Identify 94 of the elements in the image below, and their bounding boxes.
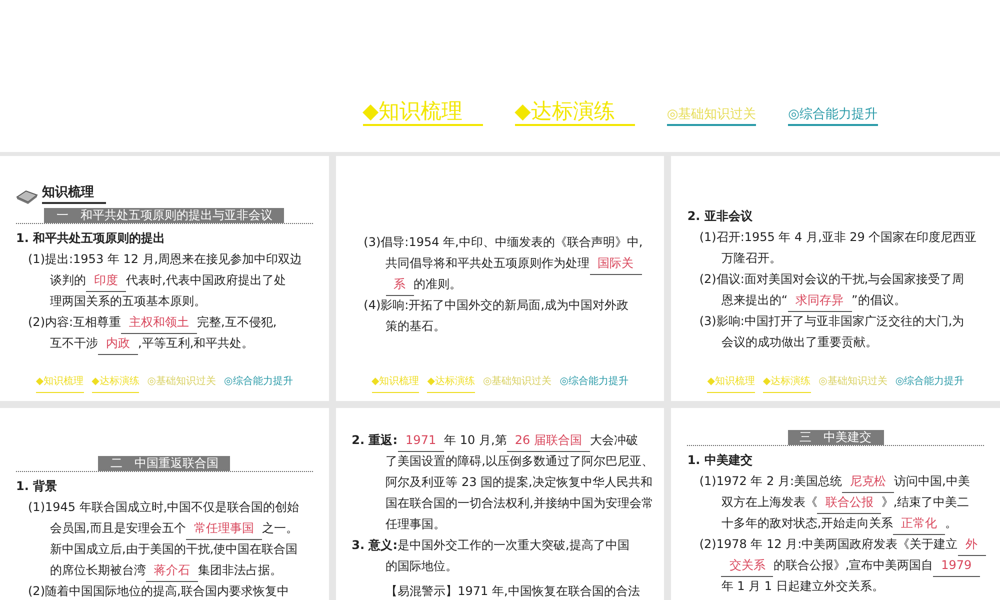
text: ,平等互利,和平共处。 — [138, 336, 254, 350]
answer-blank: 正常化 — [893, 513, 946, 535]
text: (3)影响:中国打开了与亚非国家广泛交往的大门,为 — [699, 314, 964, 328]
text: 会员国,而且是安理会五个 — [50, 521, 186, 535]
text: 年 1 月 1 日起建立外交关系。 — [721, 579, 884, 593]
slide[interactable]: 2. 重返: 1971 年 10 月,第 26 届联合国 大会冲破 了美国设置的障碍,以压倒多数通过了阿尔巴尼亚、 阿尔及利亚等 23 国的提案,决定恢复中华人民共和 国在联合国的一切合法权利,并接纳中国为安理会常 任理事国。 3. 意义:是中国外交工作的一次重大突破,提高了中国 的国际地位。 【易混警示】1971 年,中国恢复在联合国的合法 — [336, 408, 664, 600]
footer-nav-link[interactable]: ◎综合能力提升 — [224, 371, 293, 393]
book-icon — [16, 188, 38, 204]
text: 阿尔及利亚等 23 国的提案,决定恢复中华人民共和 — [386, 475, 652, 489]
text: 万隆召开。 — [721, 251, 782, 265]
section-banner: 二 中国重返联合国 — [98, 456, 230, 471]
answer-blank: 主权和领土 — [121, 312, 198, 334]
text: 会议的成功做出了重要贡献。 — [721, 335, 878, 349]
footer-nav-link[interactable]: ◎综合能力提升 — [560, 371, 628, 393]
answer-blank: 内政 — [98, 333, 138, 355]
text: (3)倡导:1954 年,中印、中缅发表的《联合声明》中, — [364, 235, 643, 249]
text: 共同倡导将和平共处五项原则作为处理 — [386, 256, 590, 270]
answer-blank: 系 — [386, 274, 414, 296]
nav-link[interactable]: ◎综合能力提升 — [788, 106, 878, 126]
text: 大会冲破 — [590, 433, 638, 447]
text: 的准则。 — [414, 277, 462, 291]
text: 。 — [945, 516, 958, 530]
answer-blank: 交关系 — [721, 555, 774, 577]
footer-nav-link[interactable]: ◆知识梳理 — [707, 371, 755, 393]
slide[interactable]: 知识梳理 一 和平共处五项原则的提出与亚非会议 1. 和平共处五项原则的提出 (1)提出:1953 年 12 月,周恩来在接见参加中印双边 谈判的 印度 代表时,代表中国政府提出了处 理两国关系的五项基本原则。 (2)内容:互相尊重 主权和领土 完整,互不侵犯, 互不干涉 内政 ,平等互利,和平共处。 ◆知识梳理 ◆达标演练 ◎基础知识过关 ◎综合能力提升 — [0, 156, 329, 401]
text: 双方在上海发表《 — [721, 495, 818, 509]
text: 的国际地位。 — [386, 559, 458, 573]
footer-nav-link[interactable]: ◆达标演练 — [92, 371, 140, 393]
text: 年 10 月,第 — [444, 433, 507, 447]
nav-link[interactable]: ◆知识梳理 — [362, 98, 483, 126]
text: (2)随着中国国际地位的提高,联合国内要求恢复中 — [28, 584, 289, 598]
text: (2)1978 年 12 月:中美两国政府发表《关于建立 — [699, 537, 958, 551]
slide[interactable]: 2. 亚非会议 (1)召开:1955 年 4 月,亚非 29 个国家在印度尼西亚 万隆召开。 (2)倡议:面对美国对会议的干扰,与会国家接受了周 恩来提出的“ 求同存异 ”的倡议。 (3)影响:中国打开了与亚非国家广泛交往的大门,为 会议的成功做出了重要贡献。 ◆知识梳理 ◆达标演练 ◎基础知识过关 ◎综合能力提升 — [671, 156, 1000, 401]
text: 恩来提出的“ — [721, 293, 788, 307]
text: 了美国设置的障碍,以压倒多数通过了阿尔巴尼亚、 — [386, 454, 654, 468]
answer-blank: 国际关 — [590, 253, 642, 275]
text: 3. 意义: — [352, 538, 398, 552]
footer-nav-link[interactable]: ◎基础知识过关 — [482, 371, 552, 393]
footer-nav-link[interactable]: ◎基础知识过关 — [147, 371, 216, 393]
slide[interactable]: (3)倡导:1954 年,中印、中缅发表的《联合声明》中, 共同倡导将和平共处五项原则作为处理 国际关 系 的准则。 (4)影响:开拓了中国外交的新局面,成为中国对外政 策的基石。 ◆知识梳理 ◆达标演练 ◎基础知识过关 ◎综合能力提升 — [336, 156, 664, 401]
text: 的联合公报》,宣布中美两国自 — [773, 558, 934, 572]
section-banner: 一 和平共处五项原则的提出与亚非会议 — [44, 208, 284, 223]
answer-blank: 外 — [958, 534, 986, 556]
footer-nav-link[interactable]: ◆达标演练 — [427, 371, 475, 393]
text: 》,结束了中美二 — [881, 495, 970, 509]
text: (1)召开:1955 年 4 月,亚非 29 个国家在印度尼西亚 — [699, 230, 977, 244]
footer-nav-link[interactable]: ◆知识梳理 — [36, 371, 84, 393]
text: 是中国外交工作的一次重大突破,提高了中国 — [398, 538, 630, 552]
text: 策的基石。 — [386, 319, 446, 333]
text: 集团非法占据。 — [198, 563, 282, 577]
text: 理两国关系的五项基本原则。 — [50, 294, 206, 308]
text: 新中国成立后,由于美国的干扰,使中国在联合国 — [50, 542, 298, 556]
answer-blank: 尼克松 — [842, 471, 894, 493]
text: (2)倡议:面对美国对会议的干扰,与会国家接受了周 — [699, 272, 964, 286]
text: 访问中国,中美 — [894, 474, 970, 488]
answer-blank: 常任理事国 — [186, 518, 262, 540]
text: 之一。 — [262, 521, 298, 535]
text: ”的倡议。 — [852, 293, 906, 307]
text: (2)内容:互相尊重 — [28, 315, 122, 329]
section-banner: 三 中美建交 — [788, 430, 884, 445]
nav-link[interactable]: ◆达标演练 — [514, 98, 635, 126]
slide[interactable]: 二 中国重返联合国 1. 背景 (1)1945 年联合国成立时,中国不仅是联合国的创始 会员国,而且是安理会五个 常任理事国 之一。 新中国成立后,由于美国的干扰,使中国在联合国 的席位长期被台湾 蒋介石 集团非法占据。 (2)随着中国国际地位的提高,联合国内要求恢复中 — [0, 408, 329, 600]
text: 1. 中美建交 — [687, 453, 752, 467]
answer-blank: 蒋介石 — [146, 560, 198, 582]
slide[interactable]: 三 中美建交 1. 中美建交 (1)1972 年 2 月:美国总统 尼克松 访问中国,中美 双方在上海发表《 联合公报 》,结束了中美二 十多年的敌对状态,开始走向关系 正常化 。 (2)1978 年 12 月:中美两国政府发表《关于建立 外 交关系 的联合公报》,宣布中美两国自 1979 年 1 月 1 日起建立外交关系。 — [671, 408, 1000, 600]
text: 1. 和平共处五项原则的提出 — [16, 231, 166, 245]
answer-blank: 26 届联合国 — [506, 430, 590, 452]
text: (4)影响:开拓了中国外交的新局面,成为中国对外政 — [364, 298, 629, 312]
text: 代表时,代表中国政府提出了处 — [126, 273, 286, 287]
answer-blank: 1971 — [398, 430, 444, 452]
text: 十多年的敌对状态,开始走向关系 — [721, 516, 894, 530]
text: 国在联合国的一切合法权利,并接纳中国为安理会常 — [386, 496, 654, 510]
answer-blank: 联合公报 — [817, 492, 882, 514]
text: 完整,互不侵犯, — [197, 315, 277, 329]
answer-blank: 求同存异 — [788, 290, 852, 312]
text: 互不干涉 — [50, 336, 98, 350]
text: 2. 重返: — [352, 433, 398, 447]
text: 的席位长期被台湾 — [50, 563, 146, 577]
text: 1. 背景 — [16, 479, 58, 493]
text: (1)1945 年联合国成立时,中国不仅是联合国的创始 — [28, 500, 300, 514]
answer-blank: 印度 — [86, 270, 126, 292]
text: (1)1972 年 2 月:美国总统 — [699, 474, 842, 488]
text: 2. 亚非会议 — [687, 209, 752, 223]
footer-nav-link[interactable]: ◆达标演练 — [762, 371, 811, 393]
text: 【易混警示】1971 年,中国恢复在联合国的合法 — [386, 584, 640, 598]
section-title: 知识梳理 — [42, 184, 106, 204]
footer-nav-link[interactable]: ◆知识梳理 — [372, 371, 420, 393]
text: (1)提出:1953 年 12 月,周恩来在接见参加中印双边 — [28, 252, 302, 266]
text: 谈判的 — [50, 273, 86, 287]
text: 任理事国。 — [386, 517, 446, 531]
answer-blank: 1979 — [933, 555, 980, 577]
footer-nav-link[interactable]: ◎基础知识过关 — [818, 371, 888, 393]
footer-nav-link[interactable]: ◎综合能力提升 — [895, 371, 964, 393]
nav-link[interactable]: ◎基础知识过关 — [666, 106, 756, 126]
